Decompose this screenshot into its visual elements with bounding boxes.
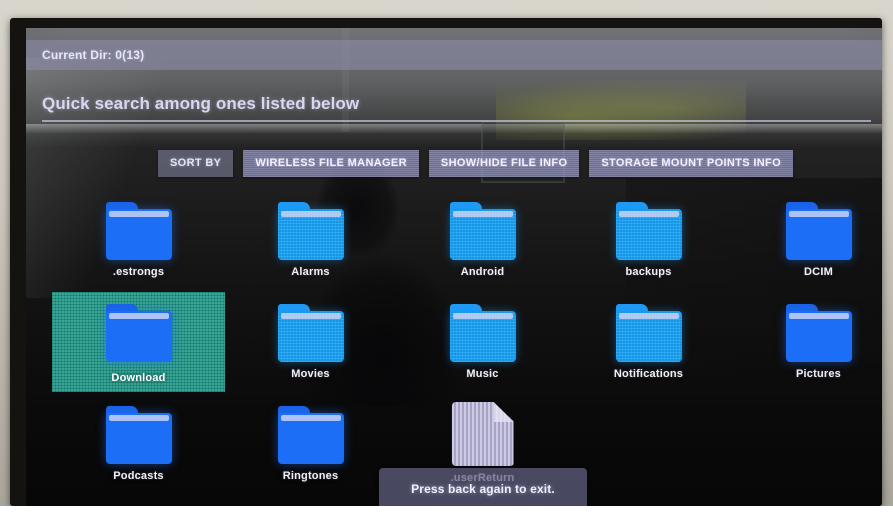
folder-item[interactable]: Ringtones — [224, 394, 397, 494]
folder-strip — [108, 211, 169, 217]
folder-icon — [785, 304, 852, 362]
folder-strip — [618, 313, 679, 319]
folder-item[interactable]: backups — [562, 190, 735, 290]
folder-icon — [449, 304, 516, 362]
storage-mount-points-info-button[interactable]: STORAGE MOUNT POINTS INFO — [589, 150, 794, 177]
toolbar-button-label: STORAGE MOUNT POINTS INFO — [601, 157, 782, 169]
folder-item[interactable]: Download — [52, 292, 225, 392]
folder-icon — [277, 202, 344, 260]
folder-item[interactable]: Movies — [224, 292, 397, 392]
quick-search-hint: Quick search among ones listed below — [42, 94, 360, 113]
folder-icon — [615, 304, 682, 362]
sort-by-button[interactable]: SORT BY — [158, 150, 234, 177]
item-label: Alarms — [291, 266, 330, 278]
file-page — [451, 402, 514, 466]
item-label: Movies — [291, 368, 330, 380]
file-grid-row: .estrongs Alarms Android backups DCIM — [42, 190, 882, 292]
wireless-file-manager-button[interactable]: WIRELESS FILE MANAGER — [243, 150, 419, 177]
item-label: Podcasts — [113, 470, 164, 482]
folder-icon — [615, 202, 682, 260]
folder-item[interactable]: Android — [396, 190, 569, 290]
toolbar-button-label: SHOW/HIDE FILE INFO — [440, 157, 568, 169]
quick-search-underline — [42, 120, 871, 122]
folder-icon — [105, 406, 172, 464]
folder-strip — [108, 415, 169, 421]
toolbar: SORT BY WIRELESS FILE MANAGER SHOW/HIDE FI… — [158, 150, 794, 177]
folder-item[interactable]: .estrongs — [52, 190, 225, 290]
item-label: Pictures — [795, 368, 841, 380]
toolbar-button-label: WIRELESS FILE MANAGER — [255, 157, 407, 169]
folder-item[interactable]: DCIM — [732, 190, 882, 290]
folder-icon — [785, 202, 852, 260]
folder-icon — [105, 202, 172, 260]
file-grid: .estrongs Alarms Android backups DCIM Downloa… — [42, 190, 882, 496]
folder-strip — [788, 211, 849, 217]
tv-screen: Current Dir: 0(13) Quick search among on… — [26, 28, 882, 506]
folder-strip — [280, 313, 341, 319]
file-icon — [451, 402, 514, 466]
item-label: Download — [111, 372, 166, 384]
header-bar: Current Dir: 0(13) — [26, 40, 882, 70]
folder-strip — [618, 211, 679, 217]
folder-item[interactable]: Pictures — [732, 292, 882, 392]
folder-icon — [277, 406, 344, 464]
quick-search-field[interactable]: Quick search among ones listed below — [42, 94, 871, 122]
photo-of-tv: Current Dir: 0(13) Quick search among on… — [0, 0, 893, 522]
item-label: backups — [625, 266, 672, 278]
item-label: Ringtones — [282, 470, 339, 482]
item-label: .estrongs — [112, 266, 165, 278]
item-label: Android — [460, 266, 505, 278]
file-corner-fold-icon — [493, 402, 514, 422]
current-dir-label: Current Dir: 0(13) — [42, 48, 145, 62]
folder-strip — [452, 313, 513, 319]
folder-strip — [280, 415, 341, 421]
folder-item[interactable]: Notifications — [562, 292, 735, 392]
folder-strip — [108, 313, 169, 319]
folder-icon — [105, 304, 172, 362]
folder-item[interactable]: Podcasts — [52, 394, 225, 494]
file-grid-row: Download Movies Music Notifications Pictures — [42, 292, 882, 394]
item-label: Notifications — [613, 368, 684, 380]
item-label: DCIM — [804, 266, 833, 278]
photo-bottom-margin — [0, 506, 893, 522]
toolbar-button-label: SORT BY — [170, 157, 222, 169]
item-label: Music — [466, 368, 499, 380]
tv-bezel: Current Dir: 0(13) Quick search among on… — [10, 18, 882, 506]
folder-icon — [277, 304, 344, 362]
folder-item[interactable]: Music — [396, 292, 569, 392]
folder-icon — [449, 202, 516, 260]
folder-strip — [280, 211, 341, 217]
folder-item[interactable]: Alarms — [224, 190, 397, 290]
show-hide-file-info-button[interactable]: SHOW/HIDE FILE INFO — [428, 150, 580, 177]
folder-strip — [452, 211, 513, 217]
toast-text: Press back again to exit. — [411, 482, 555, 496]
folder-strip — [788, 313, 849, 319]
toast-message: Press back again to exit. — [379, 468, 587, 506]
